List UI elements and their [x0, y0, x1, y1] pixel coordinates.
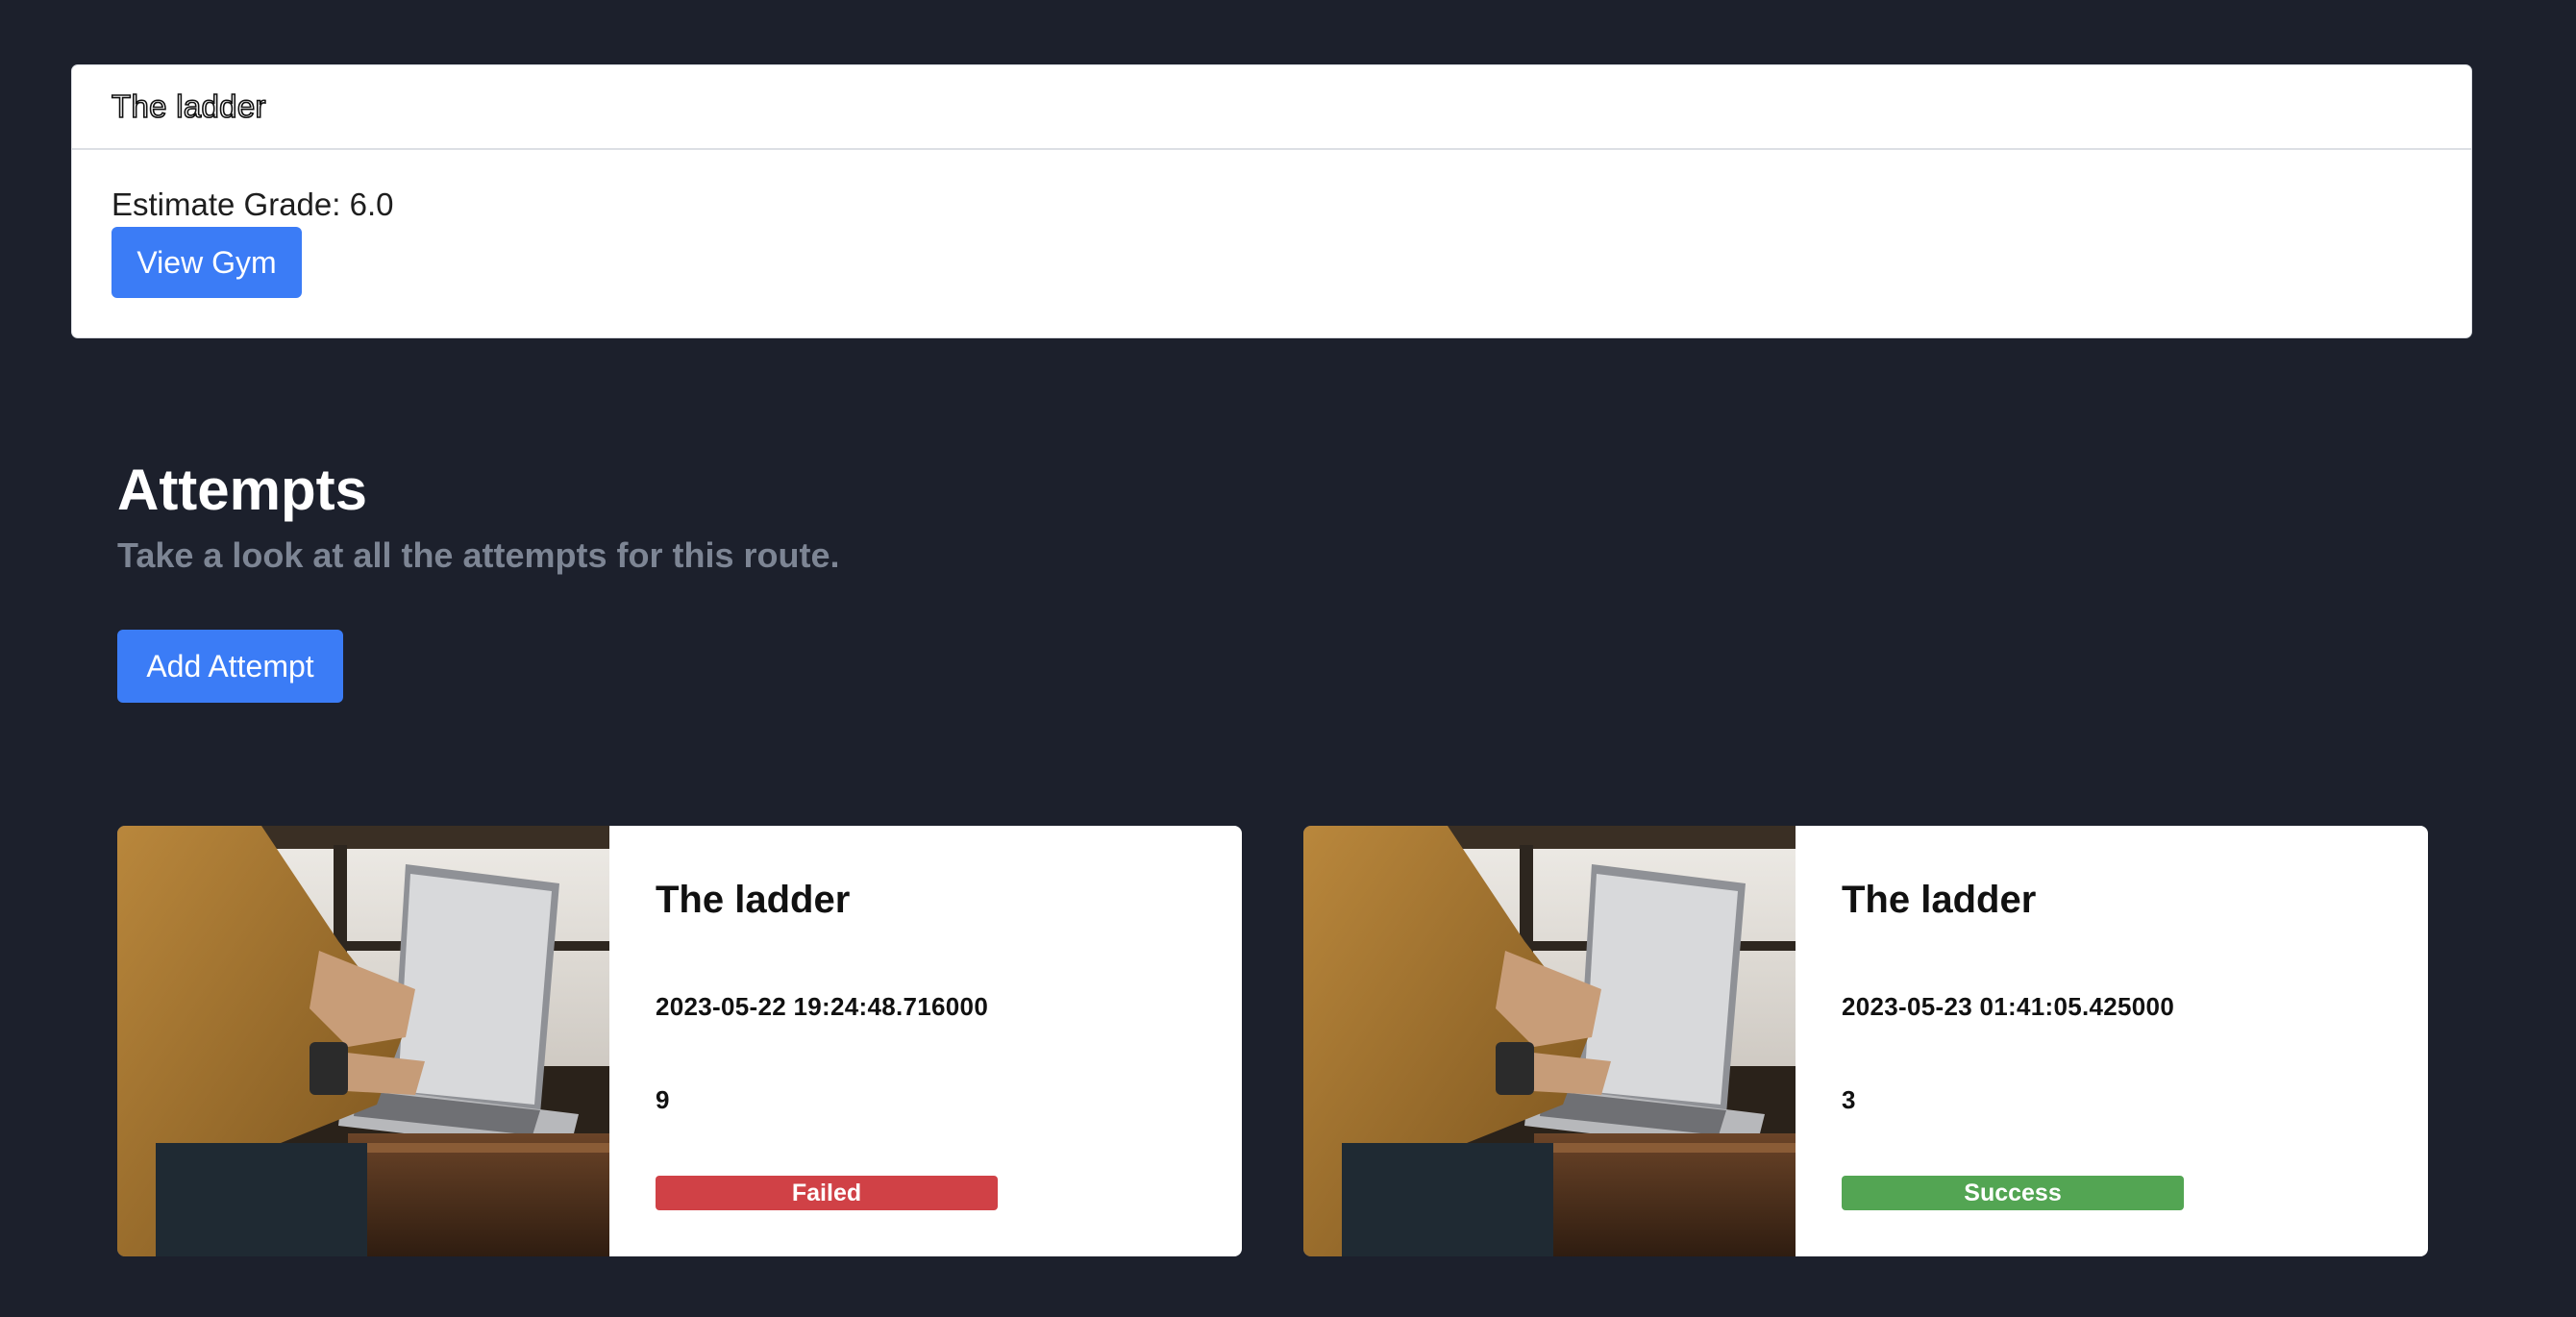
attempt-timestamp: 2023-05-23 01:41:05.425000 [1842, 992, 2175, 1021]
route-title: The ladder [111, 87, 266, 125]
status-badge: Failed [656, 1176, 998, 1210]
route-card-header: The ladder [72, 65, 2471, 150]
estimate-grade: Estimate Grade: 6.0 [111, 186, 394, 222]
attempt-count: 3 [1842, 1085, 1856, 1114]
attempt-card: The ladder 2023-05-22 19:24:48.716000 9 … [117, 826, 1242, 1256]
route-card-body: Estimate Grade: 6.0 View Gym [72, 150, 2471, 298]
attempt-photo [1303, 826, 1796, 1256]
attempt-route-name: The ladder [1842, 879, 2037, 921]
attempt-info: The ladder 2023-05-22 19:24:48.716000 9 … [609, 826, 1242, 1256]
attempt-route-name: The ladder [656, 879, 851, 921]
status-badge: Success [1842, 1176, 2184, 1210]
attempt-card: The ladder 2023-05-23 01:41:05.425000 3 … [1303, 826, 2428, 1256]
attempt-timestamp: 2023-05-22 19:24:48.716000 [656, 992, 989, 1021]
route-card: The ladder Estimate Grade: 6.0 View Gym [71, 64, 2472, 338]
attempts-heading: Attempts [117, 458, 368, 522]
view-gym-button[interactable]: View Gym [111, 227, 302, 298]
attempt-info: The ladder 2023-05-23 01:41:05.425000 3 … [1796, 826, 2428, 1256]
attempts-subtitle: Take a look at all the attempts for this… [117, 535, 840, 575]
add-attempt-button[interactable]: Add Attempt [117, 630, 343, 703]
attempt-count: 9 [656, 1085, 670, 1114]
attempt-photo [117, 826, 609, 1256]
